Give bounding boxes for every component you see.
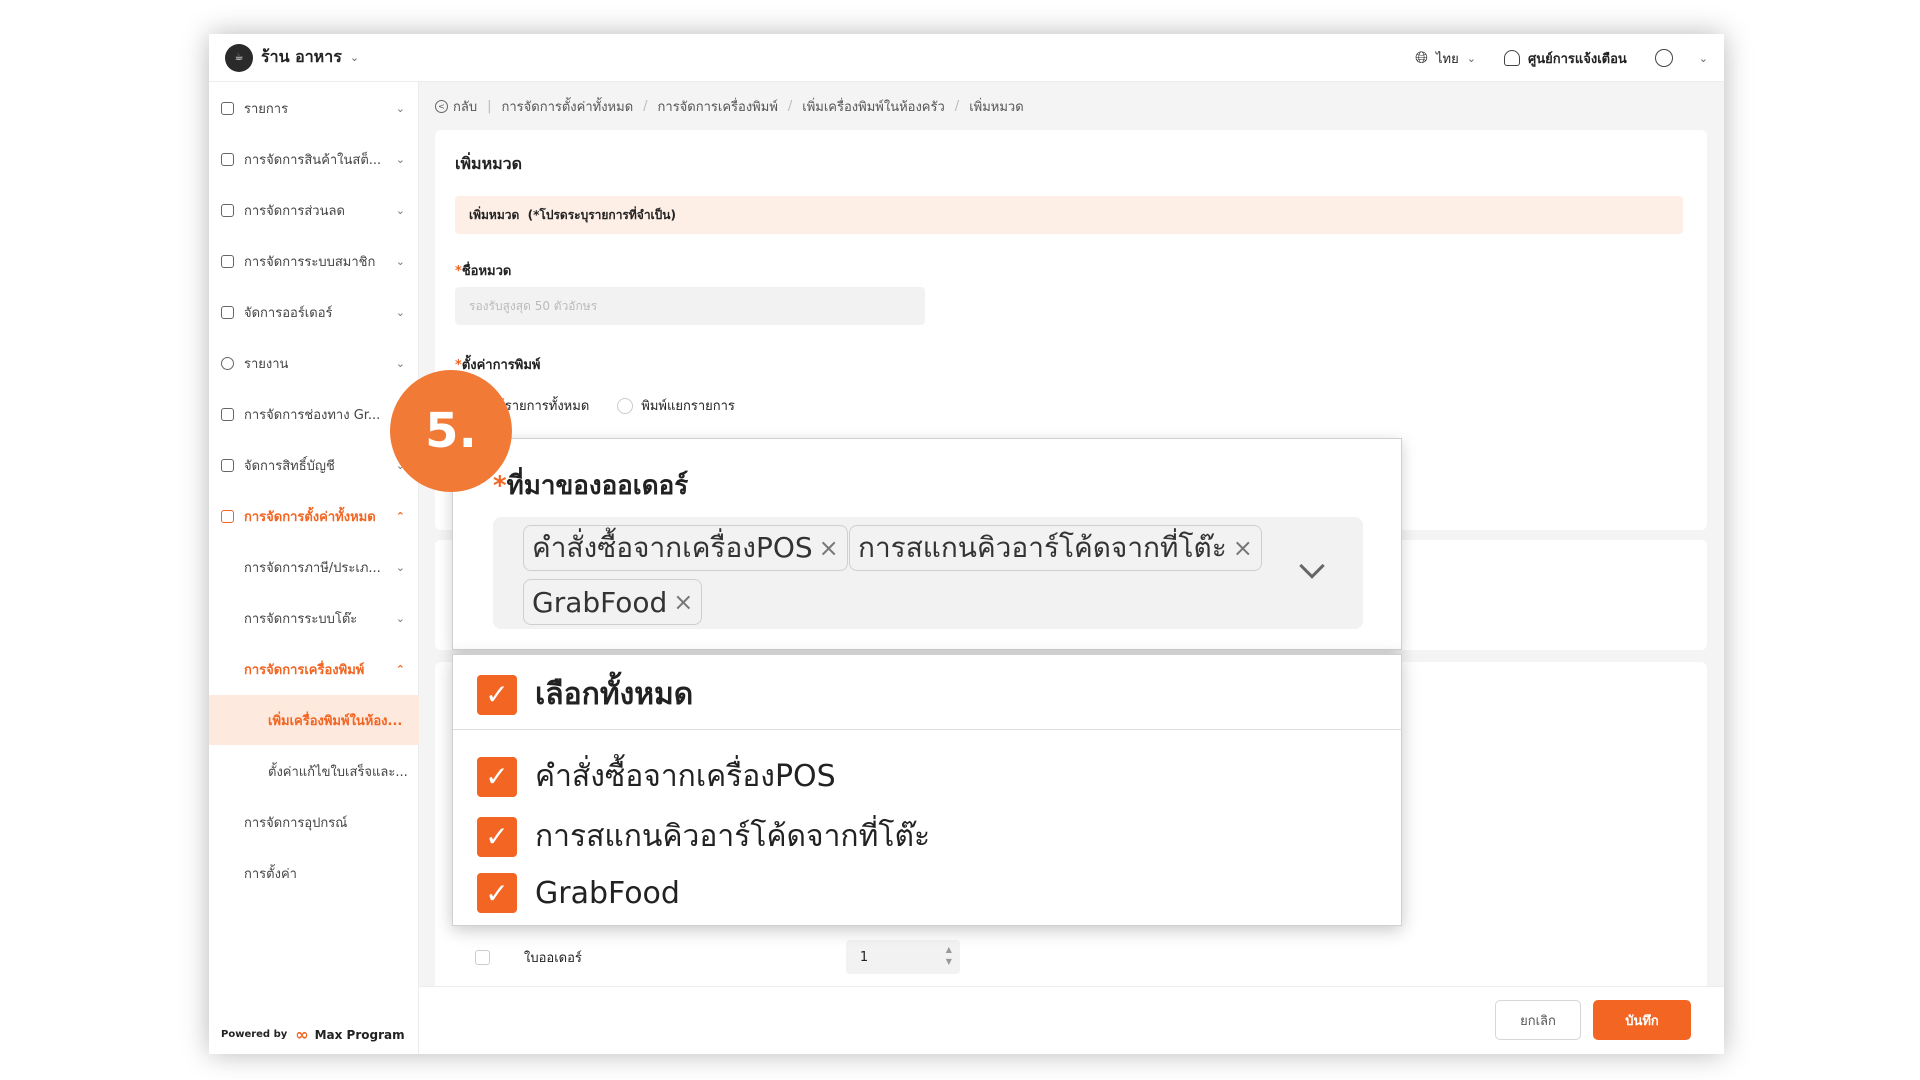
- checkbox-checked-icon[interactable]: ✓: [477, 873, 517, 913]
- sidebar-item-orders[interactable]: จัดการออร์เดอร์ ⌄: [209, 292, 419, 332]
- stock-icon: [221, 152, 234, 166]
- dropdown-option-grabfood[interactable]: ✓ GrabFood: [477, 873, 680, 913]
- breadcrumb: < กลับ | การจัดการตั้งค่าทั้งหมด / การจัด…: [435, 94, 1024, 118]
- sidebar-item-add-kitchen-printer[interactable]: เพิ่มเครื่องพิมพ์ในห้อง...: [209, 695, 419, 745]
- sidebar-item-tables[interactable]: การจัดการระบบโต๊ะ ⌄: [209, 598, 419, 638]
- order-slip-row: ใบออเดอร์ 1 ▲ ▼: [435, 940, 960, 974]
- chevron-down-icon[interactable]: [1299, 553, 1325, 579]
- chevron-down-icon: ⌄: [395, 203, 405, 217]
- list-icon: [221, 101, 234, 115]
- order-source-select[interactable]: คำสั่งซื้อจากเครื่องPOS × การสแกนคิวอาร์โ…: [493, 517, 1363, 629]
- order-source-label: *ที่มาของออเดอร์: [493, 471, 689, 501]
- breadcrumb-item-current: เพิ่มหมวด: [969, 99, 1024, 115]
- tag-pos: คำสั่งซื้อจากเครื่องPOS ×: [523, 525, 848, 571]
- category-name-label: *ชื่อหมวด: [455, 264, 512, 279]
- notification-center[interactable]: ศูนย์การแจ้งเตือน: [1503, 48, 1627, 69]
- store-name: ร้าน อาหาร: [261, 47, 342, 66]
- step-number-badge: 5.: [390, 370, 512, 492]
- sidebar-item-discount[interactable]: การจัดการส่วนลด ⌄: [209, 190, 419, 230]
- globe-icon: 🌐︎: [1415, 48, 1428, 67]
- save-button[interactable]: บันทึก: [1593, 1000, 1691, 1040]
- checkbox-checked-icon[interactable]: ✓: [477, 816, 517, 857]
- notification-label: ศูนย์การแจ้งเตือน: [1527, 51, 1627, 67]
- top-bar: ☕ ร้าน อาหาร ⌄ 🌐︎ ไทย ⌄ ศูนย์การแจ้งเตือ…: [209, 34, 1724, 82]
- chevron-down-icon: ⌄: [395, 254, 405, 268]
- back-button[interactable]: < กลับ: [435, 96, 477, 117]
- cancel-button[interactable]: ยกเลิก: [1495, 1000, 1581, 1040]
- dropdown-option-pos[interactable]: ✓ คำสั่งซื้อจากเครื่องPOS: [477, 753, 836, 800]
- powered-by: Powered by ∞ Max Program: [221, 1025, 405, 1044]
- sidebar-item-reports[interactable]: รายงาน ⌄: [209, 343, 419, 383]
- back-arrow-icon: <: [435, 99, 448, 113]
- category-name-input[interactable]: รองรับสูงสุด 50 ตัวอักษร: [455, 287, 925, 325]
- chevron-down-icon: ⌄: [1698, 51, 1708, 65]
- dropdown-option-qr[interactable]: ✓ การสแกนคิวอาร์โค้ดจากที่โต๊ะ: [477, 813, 930, 860]
- language-selector[interactable]: 🌐︎ ไทย ⌄: [1415, 48, 1476, 69]
- sidebar-item-printers[interactable]: การจัดการเครื่องพิมพ์ ⌃: [209, 649, 419, 689]
- dropdown-select-all[interactable]: ✓ เลือกทั้งหมด: [477, 671, 693, 718]
- sidebar-item-tax[interactable]: การจัดการภาษี/ประเภ... ⌄: [209, 547, 419, 587]
- order-source-dropdown: ✓ เลือกทั้งหมด ✓ คำสั่งซื้อจากเครื่องPOS…: [452, 654, 1403, 926]
- store-logo-icon: ☕: [225, 43, 253, 72]
- required-notice: เพิ่มหมวด (*โปรดระบุรายการที่จำเป็น): [455, 196, 1683, 234]
- close-icon[interactable]: ×: [1233, 534, 1253, 562]
- discount-icon: [221, 203, 234, 217]
- users-icon: [221, 458, 234, 472]
- chevron-down-icon: ⌄: [349, 51, 360, 64]
- store-switcher[interactable]: ☕ ร้าน อาหาร ⌄: [225, 43, 360, 72]
- chevron-up-icon: ⌃: [395, 662, 405, 676]
- member-icon: [221, 254, 234, 268]
- sidebar: รายการ ⌄ การจัดการสินค้าในสต็... ⌄ การจัดก…: [209, 82, 419, 1054]
- sidebar-item-list[interactable]: รายการ ⌄: [209, 88, 419, 128]
- user-menu[interactable]: ⌄: [1654, 49, 1708, 67]
- chevron-down-icon: ⌄: [395, 101, 405, 115]
- breadcrumb-item[interactable]: การจัดการตั้งค่าทั้งหมด: [501, 96, 633, 117]
- order-slip-label: ใบออเดอร์: [524, 950, 582, 966]
- stepper-arrows-icon[interactable]: ▲ ▼: [946, 944, 952, 968]
- checkbox-checked-icon[interactable]: ✓: [477, 756, 517, 797]
- order-slip-checkbox[interactable]: [475, 949, 490, 965]
- language-label: ไทย: [1435, 51, 1459, 67]
- copies-stepper[interactable]: 1 ▲ ▼: [845, 940, 960, 974]
- max-program-logo-icon: ∞: [295, 1025, 308, 1044]
- close-icon[interactable]: ×: [673, 588, 693, 616]
- dropdown-divider: [453, 729, 1403, 730]
- chevron-down-icon: ⌄: [395, 611, 405, 625]
- chevron-down-icon: ⌄: [395, 305, 405, 319]
- sidebar-item-config[interactable]: การตั้งค่า: [209, 853, 419, 893]
- checkbox-checked-icon[interactable]: ✓: [477, 674, 517, 715]
- page-title: เพิ่มหมวด: [455, 154, 523, 173]
- tag-grabfood: GrabFood ×: [523, 579, 703, 625]
- tag-qr: การสแกนคิวอาร์โค้ดจากที่โต๊ะ ×: [849, 525, 1262, 571]
- chevron-down-icon: ⌄: [395, 560, 405, 574]
- order-icon: [221, 305, 234, 319]
- chevron-down-icon: ⌄: [395, 356, 405, 370]
- clock-icon: [221, 356, 234, 370]
- breadcrumb-item[interactable]: เพิ่มเครื่องพิมพ์ในห้องครัว: [802, 96, 945, 117]
- sidebar-item-permissions[interactable]: จัดการสิทธิ์บัญชี⌄: [209, 445, 419, 485]
- breadcrumb-item[interactable]: การจัดการเครื่องพิมพ์: [658, 96, 778, 117]
- chevron-down-icon: ⌄: [1466, 51, 1476, 65]
- radio-print-separate[interactable]: พิมพ์แยกรายการ: [617, 395, 735, 416]
- sidebar-item-channels[interactable]: การจัดการช่องทาง Gr...⌄: [209, 394, 419, 434]
- user-avatar-icon: [1654, 49, 1673, 67]
- close-icon[interactable]: ×: [819, 534, 839, 562]
- sidebar-item-stock[interactable]: การจัดการสินค้าในสต็... ⌄: [209, 139, 419, 179]
- settings-icon: [221, 509, 234, 523]
- channels-icon: [221, 407, 234, 421]
- chevron-up-icon: ⌃: [395, 509, 405, 523]
- sidebar-item-membership[interactable]: การจัดการระบบสมาชิก ⌄: [209, 241, 419, 281]
- sidebar-item-devices[interactable]: การจัดการอุปกรณ์: [209, 802, 419, 842]
- sidebar-item-receipt-settings[interactable]: ตั้งค่าแก้ไขใบเสร็จและ...: [209, 751, 419, 791]
- order-source-zoom: *ที่มาของออเดอร์ คำสั่งซื้อจากเครื่องPOS…: [452, 438, 1402, 650]
- bell-icon: [1503, 50, 1520, 66]
- sidebar-item-settings-all[interactable]: การจัดการตั้งค่าทั้งหมด ⌃: [209, 496, 419, 536]
- chevron-down-icon: ⌄: [395, 152, 405, 166]
